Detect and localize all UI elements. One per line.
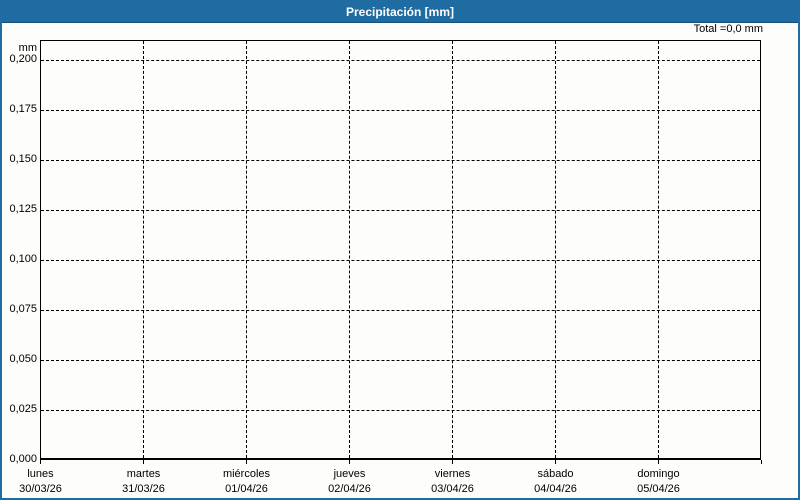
x-day-label: jueves [333, 468, 366, 480]
y-tick-label: 0,175 [9, 103, 37, 115]
y-tick-label: 0,050 [9, 353, 37, 365]
x-day-label: viernes [434, 468, 471, 480]
vertical-gridline [555, 41, 556, 458]
x-axis-tick [349, 460, 350, 464]
x-day-label: sábado [537, 468, 574, 480]
x-axis-label: domingo 05/04/26 [607, 467, 710, 497]
x-axis-label: martes 31/03/26 [92, 467, 195, 497]
x-axis-label: jueves 02/04/26 [298, 467, 401, 497]
y-tick-label: 0,075 [9, 303, 37, 315]
x-axis-tick [658, 460, 659, 464]
x-date-label: 01/04/26 [225, 483, 268, 495]
x-axis-label: viernes 03/04/26 [401, 467, 504, 497]
vertical-gridline [246, 41, 247, 458]
total-value-label: Total =0,0 mm [693, 23, 763, 35]
horizontal-gridline [41, 260, 760, 261]
x-axis-tick [452, 460, 453, 464]
vertical-gridline [349, 41, 350, 458]
horizontal-gridline [41, 60, 760, 61]
x-date-label: 31/03/26 [122, 483, 165, 495]
horizontal-gridline [41, 110, 760, 111]
horizontal-gridline [41, 160, 760, 161]
x-axis-tick [555, 460, 556, 464]
x-date-label: 03/04/26 [431, 483, 474, 495]
x-axis-tick [40, 460, 41, 464]
y-tick-label: 0,150 [9, 153, 37, 165]
vertical-gridline [658, 41, 659, 458]
horizontal-gridline [41, 210, 760, 211]
x-axis-tick [246, 460, 247, 464]
y-tick-label: 0,000 [9, 453, 37, 465]
vertical-gridline [452, 41, 453, 458]
x-axis-tick [143, 460, 144, 464]
horizontal-gridline [41, 360, 760, 361]
y-tick-label: 0,100 [9, 253, 37, 265]
y-tick-label: 0,200 [9, 53, 37, 65]
precipitation-chart-window: Precipitación [mm] Total =0,0 mm mm 0,20… [0, 0, 800, 500]
chart-title: Precipitación [mm] [345, 5, 455, 19]
y-tick-label: 0,125 [9, 203, 37, 215]
x-axis-label: sábado 04/04/26 [504, 467, 607, 497]
x-date-label: 02/04/26 [328, 483, 371, 495]
x-day-label: martes [126, 468, 161, 480]
x-axis-label: miércoles 01/04/26 [195, 467, 298, 497]
x-axis-label: lunes 30/03/26 [2, 467, 92, 497]
y-tick-label: 0,025 [9, 403, 37, 415]
x-date-label: 05/04/26 [637, 483, 680, 495]
x-date-label: 30/03/26 [19, 483, 62, 495]
vertical-gridline [143, 41, 144, 458]
horizontal-gridline [41, 410, 760, 411]
x-day-label: lunes [27, 468, 54, 480]
x-day-label: domingo [637, 468, 680, 480]
horizontal-gridline [41, 310, 760, 311]
x-axis-tick [761, 460, 762, 464]
x-day-label: miércoles [222, 468, 271, 480]
x-date-label: 04/04/26 [534, 483, 577, 495]
plot-area [40, 40, 761, 460]
chart-title-bar: Precipitación [mm] [2, 2, 798, 23]
